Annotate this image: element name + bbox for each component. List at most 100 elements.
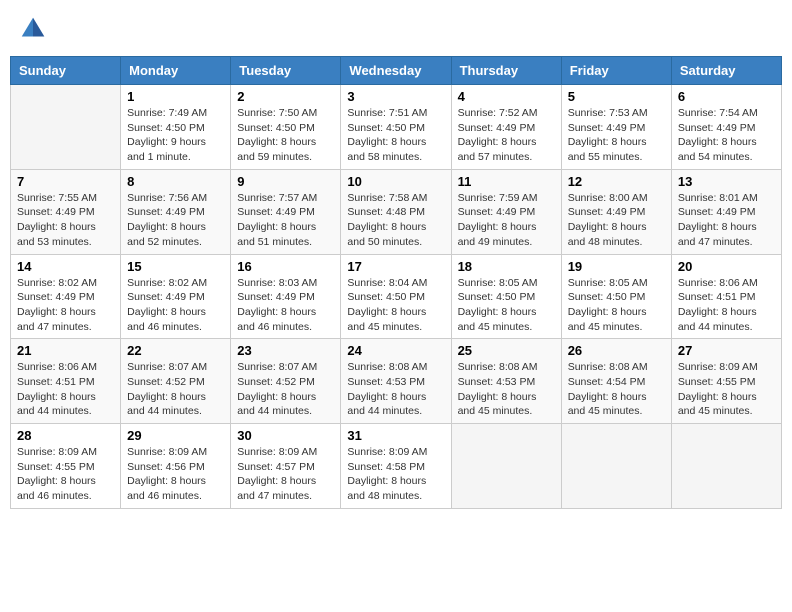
- day-number: 6: [678, 89, 775, 104]
- calendar-cell: 4Sunrise: 7:52 AMSunset: 4:49 PMDaylight…: [451, 85, 561, 170]
- column-header-monday: Monday: [121, 57, 231, 85]
- calendar-cell: 18 Sunrise: 8:05 AMSunset: 4:50 PMDayligh…: [451, 254, 561, 339]
- calendar-cell: 29Sunrise: 8:09 AMSunset: 4:56 PMDayligh…: [121, 424, 231, 509]
- logo-icon: [18, 14, 48, 44]
- day-number: 18: [458, 259, 555, 274]
- calendar-cell: 25 Sunrise: 8:08 AMSunset: 4:53 PMDayligh…: [451, 339, 561, 424]
- day-number: 2: [237, 89, 334, 104]
- calendar-cell: 17Sunrise: 8:04 AMSunset: 4:50 PMDayligh…: [341, 254, 451, 339]
- day-number: 25: [458, 343, 555, 358]
- day-number: 28: [17, 428, 114, 443]
- calendar-cell: 23 Sunrise: 8:07 AMSunset: 4:52 PMDayligh…: [231, 339, 341, 424]
- calendar-cell: 14Sunrise: 8:02 AMSunset: 4:49 PMDayligh…: [11, 254, 121, 339]
- column-header-tuesday: Tuesday: [231, 57, 341, 85]
- day-number: 15: [127, 259, 224, 274]
- day-number: 24: [347, 343, 444, 358]
- day-info: Sunrise: 8:00 AMSunset: 4:49 PMDaylight:…: [568, 191, 665, 250]
- calendar-cell: 15 Sunrise: 8:02 AMSunset: 4:49 PMDayligh…: [121, 254, 231, 339]
- column-header-sunday: Sunday: [11, 57, 121, 85]
- day-info: Sunrise: 8:09 AMSunset: 4:57 PMDaylight:…: [237, 445, 334, 504]
- day-number: 23: [237, 343, 334, 358]
- column-header-thursday: Thursday: [451, 57, 561, 85]
- calendar-cell: [671, 424, 781, 509]
- calendar-week-1: 1 Sunrise: 7:49 AMSunset: 4:50 PMDaylight…: [11, 85, 782, 170]
- day-info: Sunrise: 8:07 AMSunset: 4:52 PMDaylight:…: [127, 360, 224, 419]
- day-info: Sunrise: 8:05 AMSunset: 4:50 PMDaylight:…: [458, 276, 555, 335]
- day-info: Sunrise: 7:51 AMSunset: 4:50 PMDaylight:…: [347, 106, 444, 165]
- calendar-cell: 16Sunrise: 8:03 AMSunset: 4:49 PMDayligh…: [231, 254, 341, 339]
- calendar-cell: 21 Sunrise: 8:06 AMSunset: 4:51 PMDayligh…: [11, 339, 121, 424]
- day-number: 10: [347, 174, 444, 189]
- calendar-cell: 27 Sunrise: 8:09 AMSunset: 4:55 PMDayligh…: [671, 339, 781, 424]
- calendar-cell: 9 Sunrise: 7:57 AMSunset: 4:49 PMDaylight…: [231, 169, 341, 254]
- column-header-friday: Friday: [561, 57, 671, 85]
- day-info: Sunrise: 8:06 AMSunset: 4:51 PMDaylight:…: [678, 276, 775, 335]
- day-number: 7: [17, 174, 114, 189]
- calendar-cell: 28 Sunrise: 8:09 AMSunset: 4:55 PMDayligh…: [11, 424, 121, 509]
- day-info: Sunrise: 8:08 AMSunset: 4:53 PMDaylight:…: [347, 360, 444, 419]
- day-number: 21: [17, 343, 114, 358]
- day-info: Sunrise: 7:50 AMSunset: 4:50 PMDaylight:…: [237, 106, 334, 165]
- calendar-cell: 22 Sunrise: 8:07 AMSunset: 4:52 PMDayligh…: [121, 339, 231, 424]
- calendar-cell: 19 Sunrise: 8:05 AMSunset: 4:50 PMDayligh…: [561, 254, 671, 339]
- day-info: Sunrise: 8:02 AMSunset: 4:49 PMDaylight:…: [17, 276, 114, 335]
- calendar-cell: 20 Sunrise: 8:06 AMSunset: 4:51 PMDayligh…: [671, 254, 781, 339]
- day-info: Sunrise: 8:08 AMSunset: 4:53 PMDaylight:…: [458, 360, 555, 419]
- calendar-cell: [11, 85, 121, 170]
- calendar-table: SundayMondayTuesdayWednesdayThursdayFrid…: [10, 56, 782, 509]
- day-info: Sunrise: 8:07 AMSunset: 4:52 PMDaylight:…: [237, 360, 334, 419]
- day-number: 19: [568, 259, 665, 274]
- calendar-header-row: SundayMondayTuesdayWednesdayThursdayFrid…: [11, 57, 782, 85]
- day-info: Sunrise: 8:05 AMSunset: 4:50 PMDaylight:…: [568, 276, 665, 335]
- calendar-cell: 13 Sunrise: 8:01 AMSunset: 4:49 PMDayligh…: [671, 169, 781, 254]
- calendar-cell: 31 Sunrise: 8:09 AMSunset: 4:58 PMDayligh…: [341, 424, 451, 509]
- calendar-cell: 3 Sunrise: 7:51 AMSunset: 4:50 PMDaylight…: [341, 85, 451, 170]
- calendar-cell: 8 Sunrise: 7:56 AMSunset: 4:49 PMDaylight…: [121, 169, 231, 254]
- calendar-cell: 10 Sunrise: 7:58 AMSunset: 4:48 PMDayligh…: [341, 169, 451, 254]
- day-number: 13: [678, 174, 775, 189]
- column-header-saturday: Saturday: [671, 57, 781, 85]
- day-number: 1: [127, 89, 224, 104]
- calendar-cell: [561, 424, 671, 509]
- day-number: 4: [458, 89, 555, 104]
- calendar-cell: 7 Sunrise: 7:55 AMSunset: 4:49 PMDaylight…: [11, 169, 121, 254]
- calendar-cell: [451, 424, 561, 509]
- day-info: Sunrise: 7:59 AMSunset: 4:49 PMDaylight:…: [458, 191, 555, 250]
- day-info: Sunrise: 8:02 AMSunset: 4:49 PMDaylight:…: [127, 276, 224, 335]
- day-number: 26: [568, 343, 665, 358]
- day-number: 27: [678, 343, 775, 358]
- day-info: Sunrise: 7:56 AMSunset: 4:49 PMDaylight:…: [127, 191, 224, 250]
- day-number: 9: [237, 174, 334, 189]
- logo: [18, 14, 52, 44]
- calendar-cell: 12Sunrise: 8:00 AMSunset: 4:49 PMDayligh…: [561, 169, 671, 254]
- day-info: Sunrise: 7:53 AMSunset: 4:49 PMDaylight:…: [568, 106, 665, 165]
- calendar-cell: 26Sunrise: 8:08 AMSunset: 4:54 PMDayligh…: [561, 339, 671, 424]
- day-info: Sunrise: 8:09 AMSunset: 4:55 PMDaylight:…: [17, 445, 114, 504]
- day-info: Sunrise: 7:58 AMSunset: 4:48 PMDaylight:…: [347, 191, 444, 250]
- day-info: Sunrise: 8:09 AMSunset: 4:55 PMDaylight:…: [678, 360, 775, 419]
- day-number: 16: [237, 259, 334, 274]
- calendar-cell: 2 Sunrise: 7:50 AMSunset: 4:50 PMDaylight…: [231, 85, 341, 170]
- day-info: Sunrise: 7:55 AMSunset: 4:49 PMDaylight:…: [17, 191, 114, 250]
- day-info: Sunrise: 8:04 AMSunset: 4:50 PMDaylight:…: [347, 276, 444, 335]
- day-info: Sunrise: 7:57 AMSunset: 4:49 PMDaylight:…: [237, 191, 334, 250]
- day-number: 20: [678, 259, 775, 274]
- calendar-cell: 1 Sunrise: 7:49 AMSunset: 4:50 PMDaylight…: [121, 85, 231, 170]
- day-info: Sunrise: 8:09 AMSunset: 4:58 PMDaylight:…: [347, 445, 444, 504]
- day-info: Sunrise: 7:54 AMSunset: 4:49 PMDaylight:…: [678, 106, 775, 165]
- calendar-cell: 11 Sunrise: 7:59 AMSunset: 4:49 PMDayligh…: [451, 169, 561, 254]
- day-number: 11: [458, 174, 555, 189]
- day-number: 22: [127, 343, 224, 358]
- calendar-cell: 5Sunrise: 7:53 AMSunset: 4:49 PMDaylight…: [561, 85, 671, 170]
- day-number: 8: [127, 174, 224, 189]
- day-info: Sunrise: 8:01 AMSunset: 4:49 PMDaylight:…: [678, 191, 775, 250]
- day-info: Sunrise: 7:49 AMSunset: 4:50 PMDaylight:…: [127, 106, 224, 165]
- day-number: 30: [237, 428, 334, 443]
- calendar-week-5: 28 Sunrise: 8:09 AMSunset: 4:55 PMDayligh…: [11, 424, 782, 509]
- day-number: 3: [347, 89, 444, 104]
- day-info: Sunrise: 8:06 AMSunset: 4:51 PMDaylight:…: [17, 360, 114, 419]
- page-header: [10, 10, 782, 48]
- column-header-wednesday: Wednesday: [341, 57, 451, 85]
- day-number: 31: [347, 428, 444, 443]
- day-info: Sunrise: 8:09 AMSunset: 4:56 PMDaylight:…: [127, 445, 224, 504]
